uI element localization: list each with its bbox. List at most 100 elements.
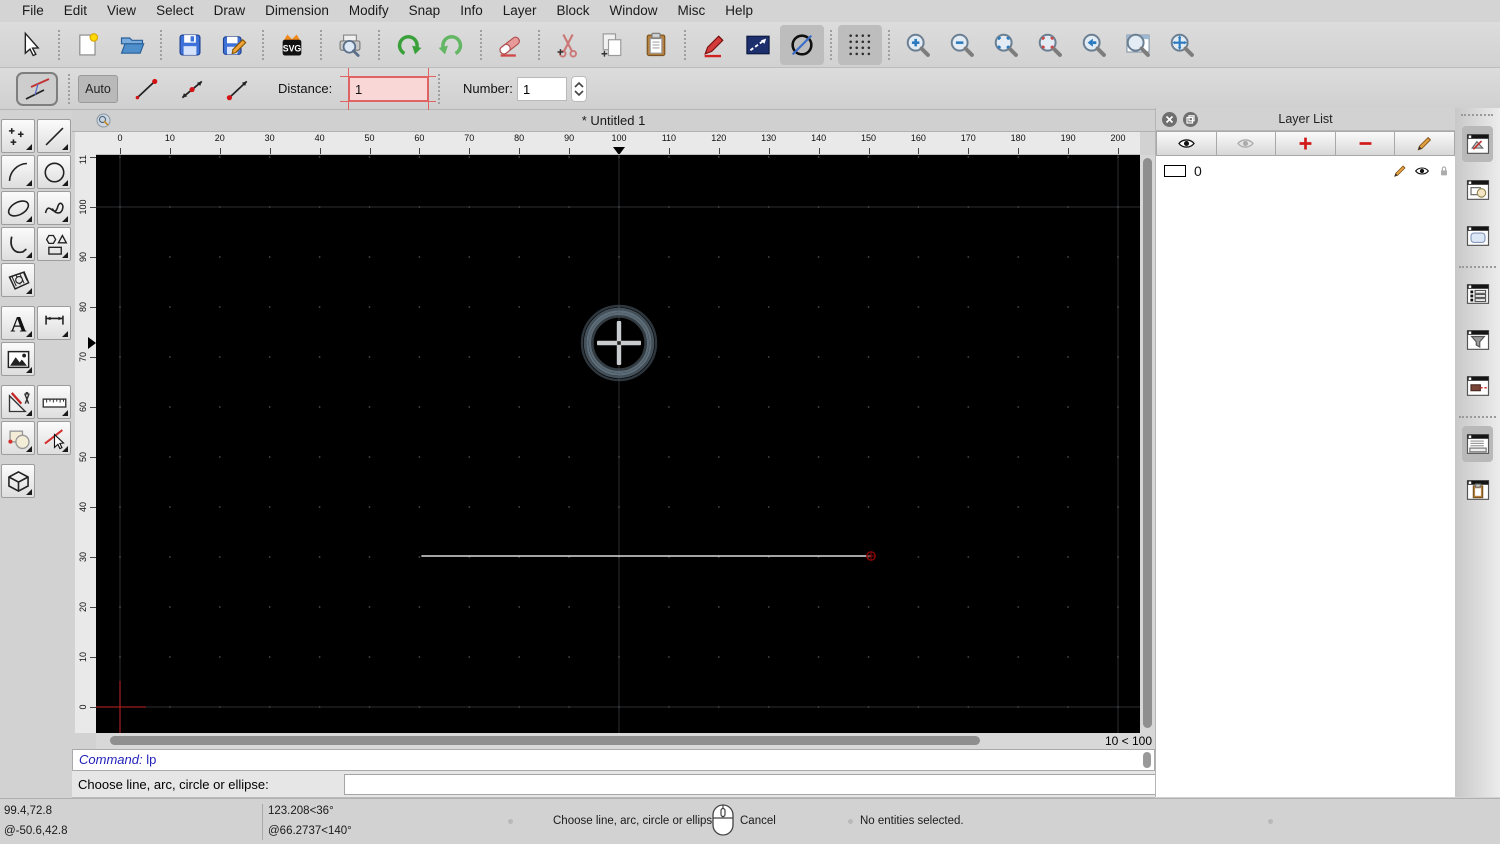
modify-tools-button[interactable] — [1, 385, 35, 419]
number-input[interactable] — [517, 77, 567, 101]
edit-layer-button[interactable] — [1395, 131, 1455, 156]
show-all-layers-button[interactable] — [1156, 131, 1217, 156]
cut-button[interactable] — [546, 25, 590, 65]
zoom-window-button[interactable] — [1116, 25, 1160, 65]
polygon-tools-button[interactable] — [37, 227, 71, 261]
pen-attributes-button[interactable] — [692, 25, 736, 65]
zoom-in-button[interactable] — [896, 25, 940, 65]
dock-pen-palette-toggle[interactable] — [1462, 368, 1493, 404]
menu-block[interactable]: Block — [547, 0, 600, 22]
dimension-tools-button[interactable] — [37, 306, 71, 340]
measure-tools-button[interactable] — [37, 385, 71, 419]
dock-layer-list-toggle[interactable] — [1462, 126, 1493, 162]
grid-toggle-button[interactable] — [838, 25, 882, 65]
entity-visibility-button[interactable] — [780, 25, 824, 65]
layer-panel-header: Layer List — [1156, 108, 1455, 131]
dock-selection-filter-toggle[interactable] — [1462, 322, 1493, 358]
dock-block-list-toggle[interactable] — [1462, 172, 1493, 208]
menu-help[interactable]: Help — [715, 0, 763, 22]
zoom-out-button[interactable] — [940, 25, 984, 65]
layer-color-swatch[interactable] — [1164, 165, 1186, 177]
drawing-canvas[interactable] — [96, 155, 1140, 733]
export-svg-button[interactable]: SVG — [270, 25, 314, 65]
dock-command-line-toggle[interactable] — [1462, 426, 1493, 462]
new-file-button[interactable] — [66, 25, 110, 65]
command-input[interactable] — [344, 774, 1198, 795]
ellipse-tools-button[interactable] — [1, 191, 35, 225]
vertical-scrollbar[interactable] — [1140, 155, 1155, 733]
horizontal-scrollbar[interactable] — [96, 733, 1100, 749]
menu-dimension[interactable]: Dimension — [255, 0, 339, 22]
copy-button[interactable] — [590, 25, 634, 65]
menu-window[interactable]: Window — [600, 0, 668, 22]
distance-input[interactable] — [349, 77, 428, 101]
select-arrow-button[interactable] — [8, 25, 52, 65]
polyline-tools-button[interactable] — [1, 227, 35, 261]
vertical-scrollbar-thumb[interactable] — [1143, 158, 1152, 728]
layer-row[interactable]: 0 — [1156, 160, 1455, 182]
menu-view[interactable]: View — [97, 0, 146, 22]
zoom-previous-button[interactable] — [1028, 25, 1072, 65]
dock-entity-list-toggle[interactable] — [1462, 276, 1493, 312]
open-file-button[interactable] — [110, 25, 154, 65]
hatch-tool-icon — [5, 267, 32, 294]
line-tools-button[interactable] — [37, 119, 71, 153]
menu-info[interactable]: Info — [450, 0, 493, 22]
menu-edit[interactable]: Edit — [54, 0, 97, 22]
solid-tools-button[interactable] — [1, 464, 35, 498]
menu-file[interactable]: File — [12, 0, 54, 22]
attributes-tool-button[interactable] — [1, 421, 35, 455]
redo-button[interactable] — [430, 25, 474, 65]
h-ruler-label: 140 — [806, 133, 832, 143]
spline-tools-button[interactable] — [37, 191, 71, 225]
h-ruler-label: 90 — [556, 133, 582, 143]
menu-select[interactable]: Select — [146, 0, 204, 22]
image-tool-button[interactable] — [1, 342, 35, 376]
menu-snap[interactable]: Snap — [399, 0, 451, 22]
save-file-button[interactable] — [168, 25, 212, 65]
line-attributes-button[interactable] — [736, 25, 780, 65]
zoom-pan-button[interactable] — [1160, 25, 1204, 65]
dock-library-browser-toggle[interactable] — [1462, 218, 1493, 254]
snap-line-middle-button[interactable] — [174, 76, 208, 102]
zoom-window-icon — [1124, 31, 1152, 59]
right-click-hint: Cancel — [740, 815, 776, 827]
snap-line-endpoints-button[interactable] — [128, 76, 162, 102]
undo-button[interactable] — [386, 25, 430, 65]
paste-button[interactable] — [634, 25, 678, 65]
number-stepper[interactable] — [571, 76, 587, 102]
point-tools-button[interactable] — [1, 119, 35, 153]
parallel-line-tool-button[interactable] — [16, 72, 58, 106]
zoom-auto-button[interactable] — [984, 25, 1028, 65]
command-history-scrollbar[interactable] — [1143, 752, 1151, 768]
circle-tools-button[interactable] — [37, 155, 71, 189]
save-as-button[interactable] — [212, 25, 256, 65]
snap-line-start-button[interactable] — [220, 76, 254, 102]
auto-snap-button[interactable]: Auto — [78, 75, 118, 103]
hide-all-layers-button[interactable] — [1217, 131, 1277, 156]
measure-tools-icon — [41, 389, 68, 416]
add-layer-button[interactable] — [1276, 131, 1336, 156]
arc-tools-button[interactable] — [1, 155, 35, 189]
dock-clipboard-toggle[interactable] — [1462, 472, 1493, 508]
layer-visibility-toggle[interactable] — [1414, 163, 1430, 184]
select-tools-button[interactable] — [37, 421, 71, 455]
text-tool-button[interactable]: A — [1, 306, 35, 340]
menu-misc[interactable]: Misc — [668, 0, 716, 22]
save-file-icon — [176, 31, 204, 59]
spline-tools-icon — [41, 195, 68, 222]
horizontal-scrollbar-thumb[interactable] — [110, 736, 980, 745]
print-preview-button[interactable] — [328, 25, 372, 65]
hatch-tool-button[interactable] — [1, 263, 35, 297]
erase-button[interactable] — [488, 25, 532, 65]
menu-draw[interactable]: Draw — [204, 0, 256, 22]
zoom-redraw-button[interactable] — [1072, 25, 1116, 65]
h-ruler-label: 110 — [656, 133, 682, 143]
left-tool-palette: A — [0, 110, 72, 798]
menu-modify[interactable]: Modify — [339, 0, 399, 22]
arc-tools-icon — [5, 159, 32, 186]
menu-layer[interactable]: Layer — [493, 0, 547, 22]
layer-edit-button[interactable] — [1392, 163, 1408, 184]
remove-layer-button[interactable] — [1336, 131, 1396, 156]
layer-lock-toggle[interactable] — [1436, 163, 1452, 184]
